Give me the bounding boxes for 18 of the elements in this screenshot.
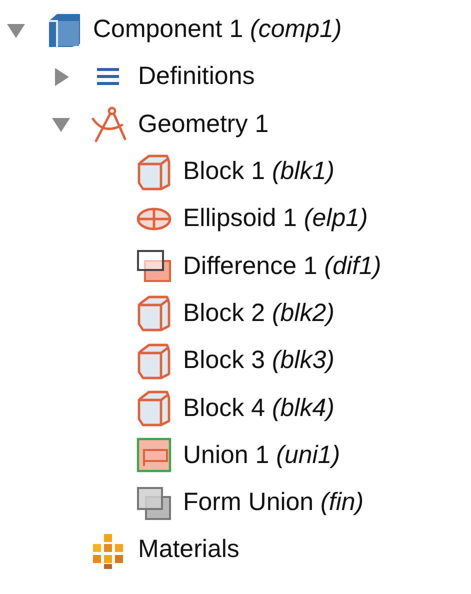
- cube-icon: [135, 152, 173, 191]
- tree-item-label[interactable]: Block 1 (blk1): [183, 157, 334, 186]
- tree-item-label[interactable]: Difference 1 (dif1): [183, 252, 382, 281]
- tree-item-label[interactable]: Block 2 (blk2): [183, 298, 334, 328]
- compass-icon: [90, 105, 128, 144]
- tree-item-label[interactable]: Materials: [138, 535, 240, 564]
- tree-item-label[interactable]: Union 1 (uni1): [183, 440, 340, 470]
- tree-item-label[interactable]: Component 1 (comp1): [93, 15, 342, 44]
- tree-item-label[interactable]: Block 3 (blk3): [183, 346, 334, 376]
- tree-item-label[interactable]: Definitions: [138, 62, 255, 92]
- tree-item-label[interactable]: Block 4 (blk4): [183, 394, 334, 423]
- tree-item-label[interactable]: Form Union (fin): [183, 488, 364, 518]
- cube-icon: [135, 389, 173, 428]
- union-icon: [135, 436, 173, 474]
- tree-item-label[interactable]: Ellipsoid 1 (elp1): [183, 204, 368, 234]
- tree-item-label[interactable]: Geometry 1: [138, 110, 269, 139]
- cube-icon: [135, 342, 173, 380]
- cube-icon: [135, 294, 173, 332]
